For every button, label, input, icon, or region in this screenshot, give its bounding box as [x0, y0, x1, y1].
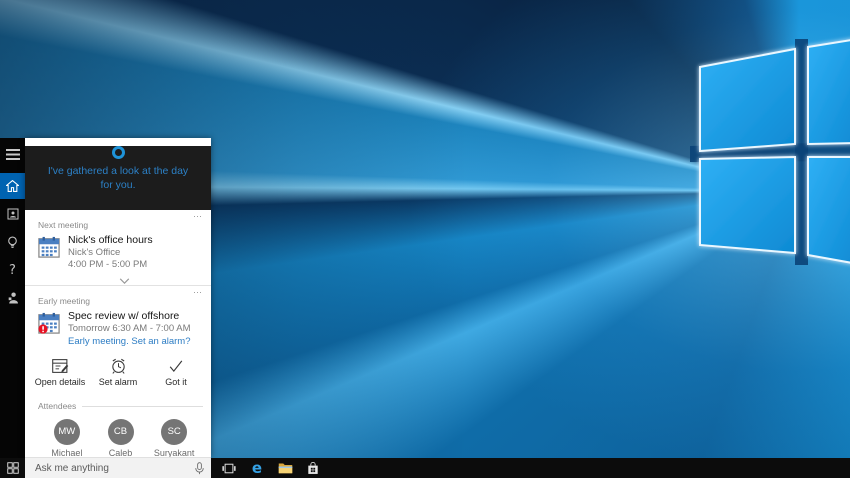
card-menu-ellipsis[interactable]: ⋯: [193, 212, 203, 221]
calendar-alert-icon: [38, 312, 60, 334]
calendar-icon: [38, 236, 60, 258]
lightbulb-icon: [8, 236, 17, 248]
task-view-icon: [222, 463, 236, 473]
alarm-clock-icon: [111, 358, 125, 374]
open-details-button[interactable]: Open details: [31, 356, 89, 391]
help-icon: ?: [9, 262, 16, 278]
next-meeting-card: ⋯ Next meeting Nick's office hours Nick'…: [25, 210, 211, 286]
chevron-down-icon: [119, 278, 130, 284]
sidebar-item-notebook[interactable]: [0, 201, 25, 227]
feedback-person-icon: [8, 292, 18, 304]
open-details-icon: [51, 359, 68, 373]
avatar: SC: [161, 419, 188, 445]
meeting-time: Tomorrow 6:30 AM - 7:00 AM: [68, 323, 191, 334]
hamburger-menu-button[interactable]: [0, 141, 25, 167]
store-icon: [308, 461, 318, 474]
search-input[interactable]: [25, 462, 188, 474]
cortana-greeting-line2: for you.: [100, 179, 136, 191]
card-actions: Open details Set alarm Got it: [25, 350, 211, 395]
got-it-label: Got it: [165, 377, 187, 387]
early-meeting-label: Early meeting: [38, 296, 90, 306]
cortana-greeting-line1: I've gathered a look at the day: [47, 165, 189, 177]
cortana-rail: ?: [0, 138, 25, 458]
windows-logo: [690, 39, 850, 265]
cortana-search-bar: [25, 457, 211, 478]
microphone-button[interactable]: [188, 461, 211, 475]
meeting-location: Nick's Office: [68, 247, 121, 258]
attendee-michael[interactable]: MW Michael: [40, 417, 94, 458]
sidebar-item-help[interactable]: ?: [0, 257, 25, 283]
open-details-label: Open details: [34, 377, 86, 387]
cortana-panel: I've gathered a look at the day for you.…: [25, 138, 211, 466]
early-meeting-card: ⋯ Early meeting Spec review w/ offshore …: [25, 286, 211, 350]
meeting-time: 4:00 PM - 5:00 PM: [68, 259, 148, 270]
attendees-divider: [82, 405, 203, 407]
edge-browser-button[interactable]: e: [243, 458, 271, 478]
check-icon: [169, 360, 183, 373]
edge-icon: e: [251, 458, 263, 477]
meeting-title: Nick's office hours: [68, 234, 153, 246]
card-menu-ellipsis[interactable]: ⋯: [193, 288, 203, 297]
set-alarm-link[interactable]: Early meeting. Set an alarm?: [68, 335, 191, 348]
windows-start-icon: [6, 462, 19, 474]
file-explorer-icon: [278, 463, 292, 474]
avatar: MW: [53, 419, 80, 445]
cortana-ring-icon: [111, 146, 125, 159]
notebook-icon: [7, 208, 18, 220]
start-button[interactable]: [0, 458, 25, 478]
sidebar-item-home[interactable]: [0, 173, 25, 199]
meeting-title: Spec review w/ offshore: [68, 310, 180, 322]
cortana-header: I've gathered a look at the day for you.: [25, 146, 211, 210]
attendees-section: Attendees MW Michael CB Caleb SC Suryaka…: [25, 395, 211, 466]
attendees-label: Attendees: [38, 401, 77, 411]
set-alarm-button[interactable]: Set alarm: [89, 356, 147, 391]
attendee-caleb[interactable]: CB Caleb: [94, 417, 148, 458]
attendee-suryakant[interactable]: SC Suryakant: [147, 417, 201, 458]
got-it-button[interactable]: Got it: [147, 356, 205, 391]
home-icon: [6, 180, 19, 192]
store-button[interactable]: [299, 458, 327, 478]
file-explorer-button[interactable]: [271, 458, 299, 478]
set-alarm-label: Set alarm: [98, 377, 138, 387]
avatar: CB: [107, 419, 134, 445]
hamburger-icon: [5, 148, 20, 160]
desktop: ? I've gathered a look at the day for yo…: [0, 0, 850, 478]
next-meeting-label: Next meeting: [38, 220, 89, 230]
microphone-icon: [195, 461, 204, 474]
expand-card-button[interactable]: [38, 271, 211, 284]
sidebar-item-feedback[interactable]: [0, 285, 25, 311]
sidebar-item-reminders[interactable]: [0, 229, 25, 255]
task-view-button[interactable]: [215, 458, 243, 478]
